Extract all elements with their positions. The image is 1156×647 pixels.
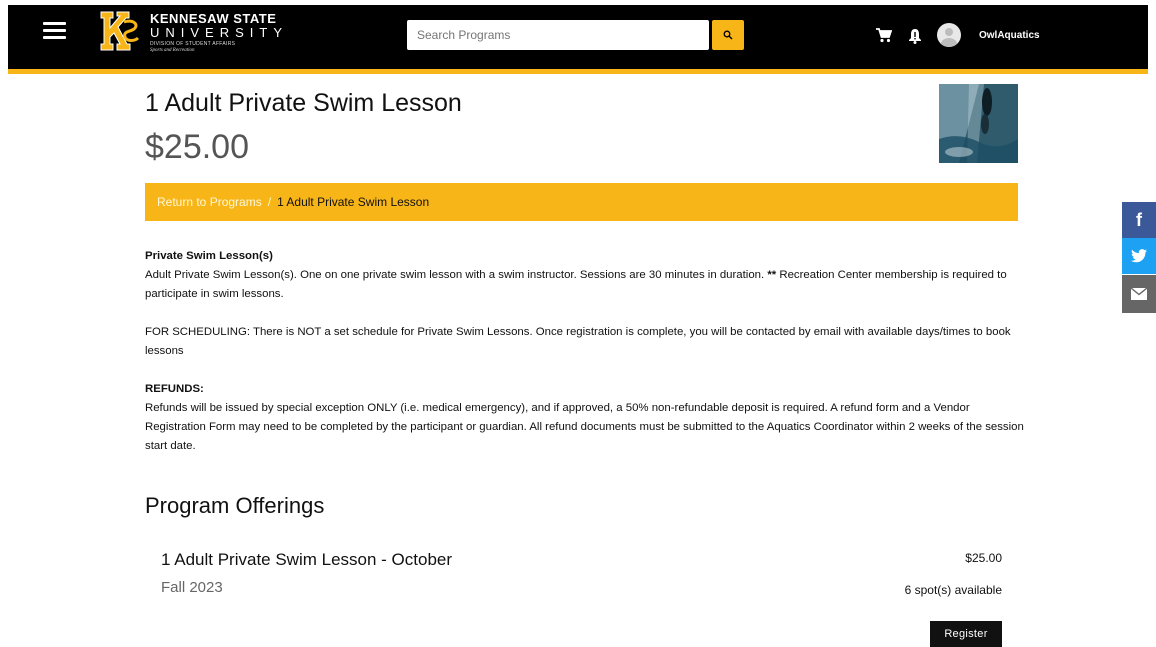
program-offerings-heading: Program Offerings — [145, 493, 325, 518]
ksu-logo-icon[interactable] — [96, 8, 142, 54]
cart-icon[interactable] — [876, 28, 893, 48]
search-icon — [723, 30, 733, 40]
offering-price: $25.00 — [965, 551, 1002, 565]
search-input[interactable] — [407, 20, 709, 50]
offering-spots-available: 6 spot(s) available — [904, 583, 1002, 597]
program-image — [939, 84, 1018, 163]
register-button[interactable]: Register — [930, 621, 1002, 647]
logo-line-division: DIVISION OF STUDENT AFFAIRS — [150, 41, 236, 47]
breadcrumb: Return to Programs / 1 Adult Private Swi… — [145, 183, 1018, 221]
program-description: Private Swim Lesson(s) Adult Private Swi… — [145, 247, 1025, 456]
facebook-share-button[interactable]: f — [1122, 202, 1156, 238]
search-button[interactable] — [712, 20, 744, 50]
facebook-icon: f — [1136, 209, 1142, 230]
twitter-icon — [1131, 249, 1147, 263]
offering-title: 1 Adult Private Swim Lesson - October — [161, 550, 453, 569]
description-heading-refunds: REFUNDS: — [145, 383, 204, 395]
avatar[interactable] — [937, 23, 961, 47]
university-wordmark: KENNESAW STATE UNIVERSITY DIVISION OF ST… — [150, 12, 288, 53]
email-icon — [1131, 288, 1147, 300]
twitter-share-button[interactable] — [1122, 238, 1156, 274]
page-title: 1 Adult Private Swim Lesson — [145, 89, 462, 117]
description-text-1a: Adult Private Swim Lesson(s). One on one… — [145, 269, 768, 281]
username-link[interactable]: OwlAquatics — [979, 30, 1040, 41]
description-paragraph-refunds: Refunds will be issued by special except… — [145, 402, 1024, 452]
menu-icon[interactable] — [43, 22, 66, 40]
logo-line-university: UNIVERSITY — [150, 25, 289, 40]
email-share-button[interactable] — [1122, 275, 1156, 313]
description-paragraph-1: Adult Private Swim Lesson(s). One on one… — [145, 266, 1025, 304]
description-text-1b: ** — [767, 269, 777, 281]
header-accent-stripe — [8, 69, 1148, 74]
return-to-programs-link[interactable]: Return to Programs — [157, 195, 262, 209]
breadcrumb-current: 1 Adult Private Swim Lesson — [277, 195, 430, 209]
logo-line-department: Sports and Recreation — [150, 48, 195, 53]
breadcrumb-separator: / — [267, 195, 272, 209]
offering-term: Fall 2023 — [161, 579, 223, 596]
description-paragraph-scheduling: FOR SCHEDULING: There is NOT a set sched… — [145, 326, 1011, 357]
logo-line-kennesaw: KENNESAW STATE — [150, 11, 277, 26]
program-price: $25.00 — [145, 128, 249, 166]
bell-icon[interactable] — [908, 28, 922, 49]
description-heading-private: Private Swim Lesson(s) — [145, 250, 273, 262]
